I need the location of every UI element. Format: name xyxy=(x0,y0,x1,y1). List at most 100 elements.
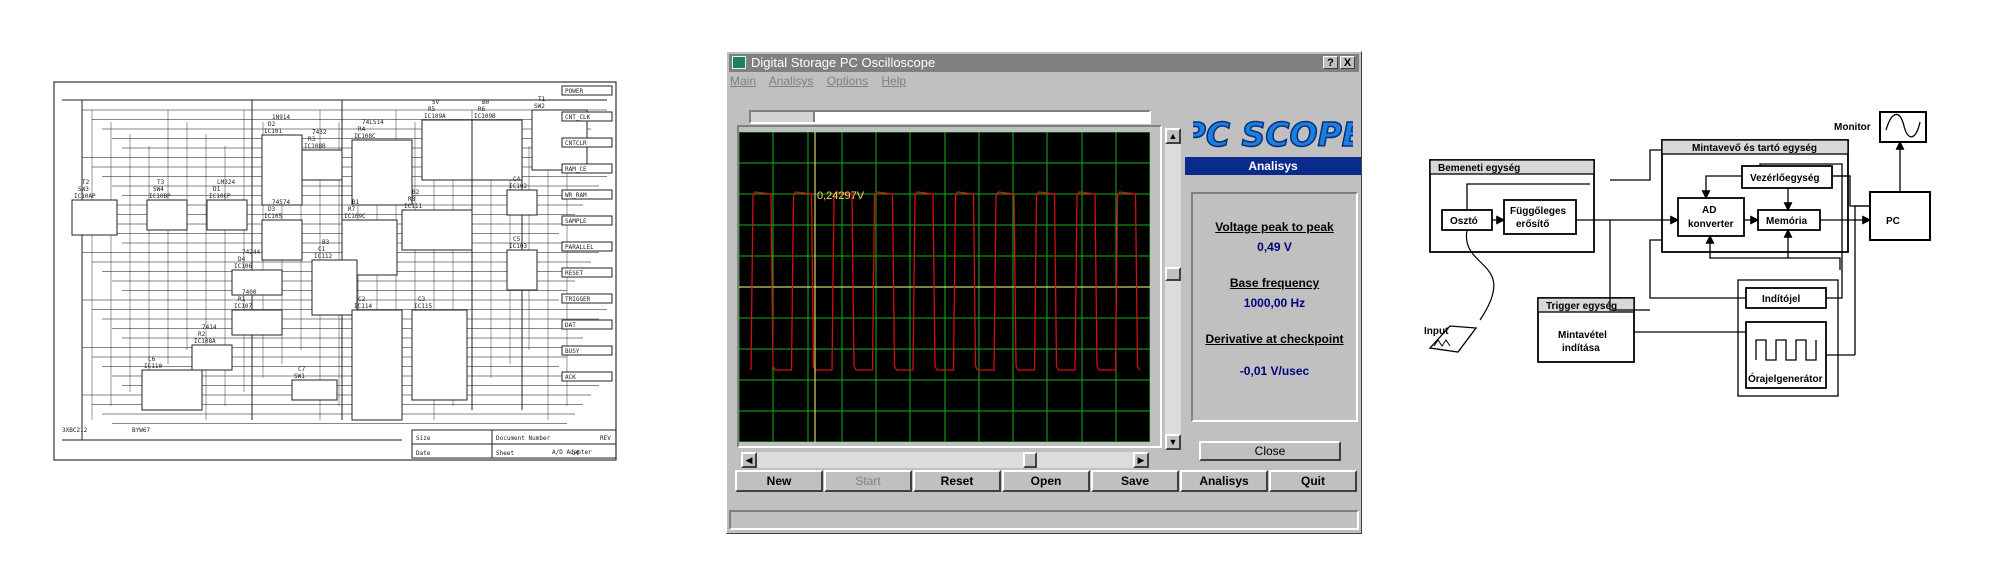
scroll-right-arrow-icon[interactable]: ▶ xyxy=(1133,452,1149,468)
cursor-readout: 0,24297V xyxy=(817,190,865,202)
schematic-part-label: 1N914 xyxy=(272,114,290,121)
schematic-part-label: C7 xyxy=(298,366,306,373)
svg-text:PC SCOPE: PC SCOPE xyxy=(1193,115,1353,154)
schematic-part-label: IC106 xyxy=(234,263,252,270)
save-button[interactable]: Save xyxy=(1091,470,1179,492)
circuit-schematic: IC10AP IC10BP IC10CP IC101 IC105 IC106 IC107 IC… xyxy=(53,81,617,461)
schematic-part-label: T1 xyxy=(538,96,546,103)
controller-label: Vezérlőegység xyxy=(1750,173,1819,184)
divider-label: Osztó xyxy=(1450,216,1478,227)
signal-port-label: RAM_CE xyxy=(565,166,587,173)
schematic-part-label: IC110 xyxy=(144,363,162,370)
schematic-part-label: C3 xyxy=(418,296,426,303)
signal-port-label: BUSY xyxy=(565,348,580,355)
schematic-part-label: 7414 xyxy=(202,324,217,331)
schematic-footer-text: 3XBC212 xyxy=(62,427,88,434)
schematic-part-label: IC105 xyxy=(264,213,282,220)
start-button[interactable]: Start xyxy=(824,470,912,492)
clock-generator-label: Órajelgenerátor xyxy=(1748,372,1823,385)
schematic-part-label: D2 xyxy=(268,121,276,128)
schematic-part-label: R8 xyxy=(408,196,416,203)
schematic-part-label: IC109B xyxy=(474,113,496,120)
derivative-value: -0,01 V/usec xyxy=(1239,364,1310,378)
quit-button[interactable]: Quit xyxy=(1269,470,1357,492)
block-diagram: Bemeneti egység Osztó Függőleges erősítő… xyxy=(1424,111,1931,397)
schematic-part-label: R1 xyxy=(238,296,246,303)
trigger-start-label-1: Mintavétel xyxy=(1558,330,1607,341)
close-analysis-button[interactable]: Close xyxy=(1199,441,1341,461)
scroll-down-arrow-icon[interactable]: ▼ xyxy=(1165,434,1181,450)
scroll-up-arrow-icon[interactable]: ▲ xyxy=(1165,128,1181,144)
schematic-part-label: SW3 xyxy=(78,186,89,193)
schematic-part-label: C6 xyxy=(148,356,156,363)
horizontal-scrollbar[interactable]: ◀ ▶ xyxy=(741,452,1149,468)
frequency-label: Base frequency xyxy=(1229,276,1320,290)
title-block-text: of xyxy=(572,450,580,457)
schematic-part-label: B2 xyxy=(412,189,420,196)
schematic-part-label: R4 xyxy=(358,126,366,133)
memory-label: Memória xyxy=(1766,216,1808,227)
signal-port-label: CNT_CLK xyxy=(565,114,591,121)
schematic-part-label: R3 xyxy=(308,136,316,143)
new-button[interactable]: New xyxy=(735,470,823,492)
schematic-part-label: IC111 xyxy=(404,203,422,210)
schematic-part-label: 5V xyxy=(432,99,440,106)
analysis-panel-title: Analisys xyxy=(1185,157,1361,175)
schematic-part-label: IC112 xyxy=(314,253,332,260)
schematic-part-label: IC101 xyxy=(264,128,282,135)
schematic-part-label: IC114 xyxy=(354,303,372,310)
schematic-part-label: T2 xyxy=(82,179,90,186)
horizontal-scroll-thumb[interactable] xyxy=(1023,452,1037,468)
title-block-text: Document Number xyxy=(496,435,551,442)
adc-label-1: AD xyxy=(1702,205,1716,216)
menu-help[interactable]: Help xyxy=(881,74,906,88)
schematic-part-label: IC10BP xyxy=(149,193,171,200)
menu-main[interactable]: Main xyxy=(730,74,756,88)
close-window-button[interactable]: X xyxy=(1340,56,1355,69)
signal-port-label: CNTCLR xyxy=(565,140,587,147)
menu-analisys[interactable]: Analisys xyxy=(769,74,814,88)
window-title: Digital Storage PC Oscilloscope xyxy=(751,55,936,70)
analisys-button[interactable]: Analisys xyxy=(1180,470,1268,492)
schematic-part-label: R5 xyxy=(428,106,436,113)
signal-port-label: TRIGGER xyxy=(565,296,591,303)
vertical-scroll-thumb[interactable] xyxy=(1165,267,1181,281)
schematic-part-label: SW4 xyxy=(153,186,164,193)
vertical-scrollbar[interactable]: ▲ ▼ xyxy=(1165,128,1181,450)
schematic-part-label: IC109A xyxy=(424,113,446,120)
voltage-value: 0,49 V xyxy=(1257,240,1292,254)
title-block-text: REV xyxy=(600,435,611,442)
scroll-left-arrow-icon[interactable]: ◀ xyxy=(741,452,757,468)
schematic-part-label: T3 xyxy=(157,179,165,186)
adc-label-2: konverter xyxy=(1688,219,1734,230)
schematic-part-label: IC108B xyxy=(304,143,326,150)
schematic-part-label: IC109C xyxy=(344,213,366,220)
schematic-part-label: B1 xyxy=(352,199,360,206)
progress-fill xyxy=(751,112,815,122)
input-unit-label: Bemeneti egység xyxy=(1438,163,1520,174)
scope-display[interactable]: 0,24297V xyxy=(739,132,1150,442)
help-button[interactable]: ? xyxy=(1323,56,1338,69)
amplifier-label-2: erősítő xyxy=(1516,219,1549,230)
window-titlebar: Digital Storage PC Oscilloscope ? X xyxy=(729,54,1359,72)
trigger-unit-label: Trigger egység xyxy=(1546,301,1617,312)
open-button[interactable]: Open xyxy=(1002,470,1090,492)
menu-options[interactable]: Options xyxy=(827,74,868,88)
schematic-part-label: C5 xyxy=(513,236,521,243)
signal-port-label: POWER xyxy=(565,88,583,95)
amplifier-label-1: Függőleges xyxy=(1510,206,1567,217)
signal-port-label: WR_RAM xyxy=(565,192,587,199)
pc-label: PC xyxy=(1886,216,1900,227)
schematic-part-label: IC107 xyxy=(234,303,252,310)
schematic-footer-text: BYW67 xyxy=(132,427,150,434)
schematic-part-label: SW1 xyxy=(294,373,305,380)
schematic-part-label: C2 xyxy=(358,296,366,303)
sampler-unit-label: Mintavevő és tartó egység xyxy=(1692,143,1817,154)
schematic-part-label: SW2 xyxy=(534,103,545,110)
acquisition-progress-bar xyxy=(749,110,1151,124)
schematic-part-label: IC108C xyxy=(354,133,376,140)
schematic-part-label: 74574 xyxy=(272,199,290,206)
oscilloscope-window: Digital Storage PC Oscilloscope ? X Main… xyxy=(726,51,1362,534)
schematic-part-label: D4 xyxy=(238,256,246,263)
reset-button[interactable]: Reset xyxy=(913,470,1001,492)
